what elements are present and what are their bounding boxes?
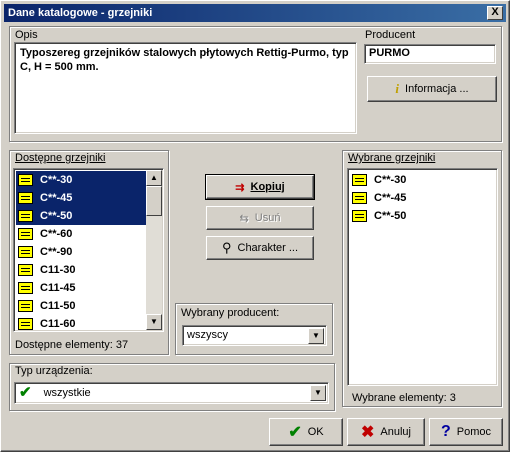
device-type-select[interactable]: ✔ wszystkie ▼ bbox=[14, 382, 329, 404]
available-list-item[interactable]: C**-90 bbox=[16, 243, 147, 261]
available-item-label: C**-50 bbox=[40, 210, 73, 222]
radiator-icon bbox=[18, 174, 33, 186]
selected-list-item[interactable]: C**-45 bbox=[350, 189, 497, 207]
opis-text: Typoszereg grzejników stalowych płytowyc… bbox=[20, 47, 349, 73]
available-list-item[interactable]: C**-45 bbox=[16, 189, 147, 207]
selected-list-item[interactable]: C**-50 bbox=[350, 207, 497, 225]
informacja-label: Informacja ... bbox=[405, 83, 469, 95]
chevron-down-icon[interactable]: ▼ bbox=[310, 385, 326, 401]
kopiuj-label: Kopiuj bbox=[250, 181, 285, 193]
radiator-icon bbox=[18, 228, 33, 240]
available-list-item[interactable]: C11-45 bbox=[16, 279, 147, 297]
usun-button[interactable]: ⇆ Usuń bbox=[206, 206, 314, 230]
radiator-icon bbox=[352, 210, 367, 222]
window-title: Dane katalogowe - grzejniki bbox=[8, 7, 153, 19]
producent-value: PURMO bbox=[369, 47, 410, 59]
selected-list: C**-30 C**-45 C**-50 bbox=[350, 171, 497, 225]
available-item-label: C**-60 bbox=[40, 228, 73, 240]
check-icon: ✔ bbox=[288, 424, 302, 441]
scroll-down-button[interactable]: ▼ bbox=[146, 314, 162, 330]
radiator-icon bbox=[18, 282, 33, 294]
available-count: Dostępne elementy: 37 bbox=[15, 339, 129, 351]
scroll-up-button[interactable]: ▲ bbox=[146, 170, 162, 186]
radiator-icon bbox=[352, 174, 367, 186]
available-item-label: C**-45 bbox=[40, 192, 73, 204]
radiator-icon bbox=[18, 264, 33, 276]
charakter-label: Charakter ... bbox=[237, 242, 299, 254]
available-scrollbar[interactable]: ▲ ▼ bbox=[146, 170, 162, 330]
radiator-icon bbox=[18, 300, 33, 312]
available-listbox[interactable]: C**-30 C**-45 C**-50 C**-60 C**-90 C11-30 C11-… bbox=[13, 168, 164, 332]
help-icon: ? bbox=[440, 423, 451, 440]
available-list-item[interactable]: C**-50 bbox=[16, 207, 147, 225]
selected-item-label: C**-30 bbox=[374, 174, 407, 186]
opis-textarea[interactable]: Typoszereg grzejników stalowych płytowyc… bbox=[14, 42, 357, 134]
producer-select-value: wszyscy bbox=[187, 329, 228, 341]
device-type-label: Typ urządzenia: bbox=[13, 365, 95, 377]
remove-icon: ⇆ bbox=[239, 212, 249, 225]
cancel-icon: ✖ bbox=[361, 424, 375, 441]
chevron-down-icon[interactable]: ▼ bbox=[308, 328, 324, 344]
close-icon: X bbox=[491, 6, 499, 18]
selected-item-label: C**-50 bbox=[374, 210, 407, 222]
producer-filter-label: Wybrany producent: bbox=[179, 307, 282, 319]
device-type-value: wszystkie bbox=[43, 387, 91, 399]
available-item-label: C**-90 bbox=[40, 246, 73, 258]
ok-label: OK bbox=[307, 426, 324, 438]
selected-label: Wybrane grzejniki bbox=[346, 152, 438, 164]
anuluj-label: Anuluj bbox=[380, 426, 411, 438]
producent-field[interactable]: PURMO bbox=[364, 44, 496, 64]
pomoc-button[interactable]: ? Pomoc bbox=[429, 418, 503, 446]
available-list-item[interactable]: C**-30 bbox=[16, 171, 147, 189]
opis-label: Opis bbox=[15, 29, 38, 41]
producer-select[interactable]: wszyscy ▼ bbox=[182, 325, 327, 346]
available-list-item[interactable]: C11-30 bbox=[16, 261, 147, 279]
anuluj-button[interactable]: ✖ Anuluj bbox=[347, 418, 425, 446]
info-icon: i bbox=[395, 81, 400, 96]
charakter-button[interactable]: ⚲ Charakter ... bbox=[206, 236, 314, 260]
dialog-window: Dane katalogowe - grzejniki X Opis Typos… bbox=[0, 0, 510, 452]
scroll-thumb[interactable] bbox=[146, 186, 162, 216]
radiator-icon bbox=[18, 192, 33, 204]
usun-label: Usuń bbox=[254, 212, 281, 224]
available-list-item[interactable]: C**-60 bbox=[16, 225, 147, 243]
radiator-icon bbox=[18, 246, 33, 258]
available-list-item[interactable]: C11-60 bbox=[16, 315, 147, 331]
kopiuj-button[interactable]: ⇉ Kopiuj bbox=[205, 174, 315, 200]
selected-count: Wybrane elementy: 3 bbox=[352, 392, 456, 404]
radiator-icon bbox=[18, 210, 33, 222]
available-label: Dostępne grzejniki bbox=[13, 152, 108, 164]
available-list-item[interactable]: C11-50 bbox=[16, 297, 147, 315]
selected-list-item[interactable]: C**-30 bbox=[350, 171, 497, 189]
ok-button[interactable]: ✔ OK bbox=[269, 418, 343, 446]
available-list: C**-30 C**-45 C**-50 C**-60 C**-90 C11-30 C11-… bbox=[16, 171, 163, 331]
close-button[interactable]: X bbox=[487, 6, 503, 20]
title-bar[interactable]: Dane katalogowe - grzejniki X bbox=[4, 4, 506, 22]
radiator-icon bbox=[18, 318, 33, 330]
radiator-icon bbox=[352, 192, 367, 204]
copy-icon: ⇉ bbox=[235, 181, 245, 194]
checkmark-icon: ✔ bbox=[19, 384, 32, 401]
selected-item-label: C**-45 bbox=[374, 192, 407, 204]
available-item-label: C11-30 bbox=[40, 264, 76, 276]
magnifier-icon: ⚲ bbox=[221, 240, 232, 255]
available-item-label: C11-60 bbox=[40, 318, 76, 330]
available-item-label: C11-50 bbox=[40, 300, 76, 312]
producent-label: Producent bbox=[365, 29, 416, 41]
selected-listbox[interactable]: C**-30 C**-45 C**-50 bbox=[347, 168, 498, 386]
informacja-button[interactable]: i Informacja ... bbox=[367, 76, 497, 102]
pomoc-label: Pomoc bbox=[456, 426, 492, 438]
available-item-label: C**-30 bbox=[40, 174, 73, 186]
available-item-label: C11-45 bbox=[40, 282, 76, 294]
